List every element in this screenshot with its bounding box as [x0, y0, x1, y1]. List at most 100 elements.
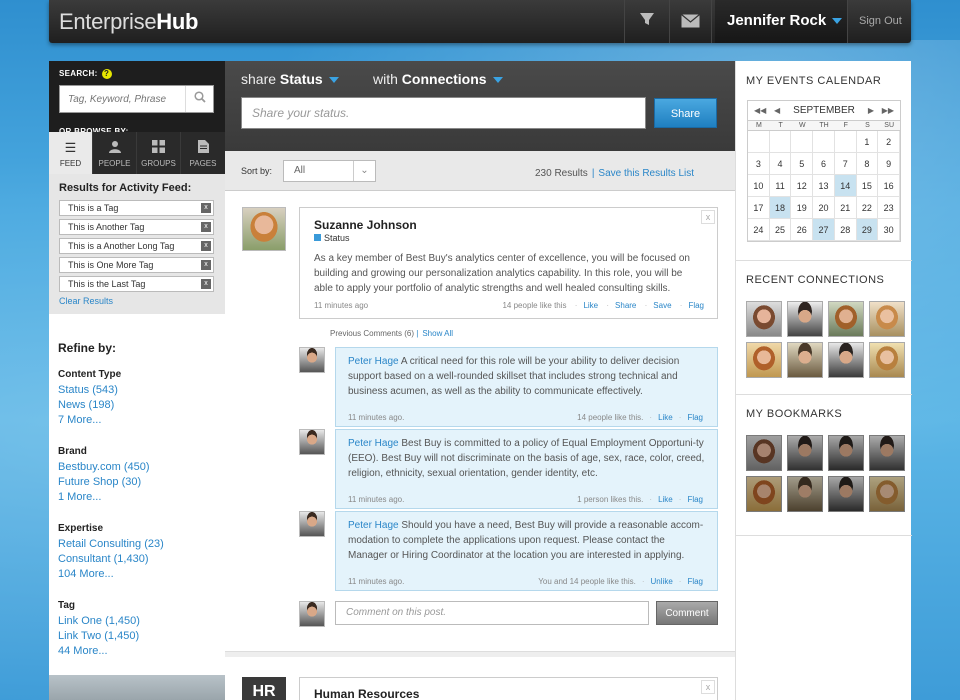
- avatar[interactable]: [828, 435, 864, 471]
- calendar-day[interactable]: 19: [791, 197, 814, 219]
- calendar-day[interactable]: 13: [813, 175, 835, 197]
- like-link[interactable]: Like: [658, 413, 673, 422]
- help-icon[interactable]: ?: [101, 69, 112, 79]
- app-logo[interactable]: EnterpriseHub: [59, 9, 198, 35]
- tab-people[interactable]: PEOPLE: [93, 132, 137, 174]
- calendar-day[interactable]: 3: [748, 153, 770, 175]
- comment-author[interactable]: Peter Hage: [348, 520, 399, 531]
- calendar-day[interactable]: 23: [878, 197, 900, 219]
- save-results-link[interactable]: Save this Results List: [598, 168, 694, 179]
- like-link[interactable]: Like: [658, 495, 673, 504]
- calendar-day[interactable]: 9: [878, 153, 900, 175]
- calendar-day[interactable]: 2: [878, 131, 900, 153]
- flag-link[interactable]: Flag: [687, 495, 703, 504]
- tab-groups[interactable]: GROUPS: [137, 132, 181, 174]
- close-icon[interactable]: x: [201, 222, 211, 232]
- avatar[interactable]: [746, 342, 782, 378]
- tab-pages[interactable]: PAGES: [181, 132, 225, 174]
- calendar-day[interactable]: 10: [748, 175, 770, 197]
- avatar[interactable]: [787, 301, 823, 337]
- avatar[interactable]: [299, 429, 325, 455]
- flag-link[interactable]: Flag: [687, 413, 703, 422]
- calendar-day[interactable]: 26: [791, 219, 814, 241]
- avatar[interactable]: HR: [242, 677, 286, 700]
- calendar-day[interactable]: 24: [748, 219, 770, 241]
- avatar[interactable]: [869, 435, 905, 471]
- avatar[interactable]: [746, 301, 782, 337]
- calendar-day[interactable]: 27: [813, 219, 835, 241]
- avatar[interactable]: [746, 476, 782, 512]
- show-all-link[interactable]: Show All: [422, 329, 453, 338]
- comment-author[interactable]: Peter Hage: [348, 438, 399, 449]
- calendar-day[interactable]: 12: [791, 175, 814, 197]
- refine-link[interactable]: Future Shop (30): [58, 475, 164, 490]
- avatar[interactable]: [869, 342, 905, 378]
- calendar-day[interactable]: 29: [856, 219, 879, 241]
- calendar-day[interactable]: 22: [856, 197, 879, 219]
- calendar-day[interactable]: 15: [856, 175, 879, 197]
- sort-select[interactable]: All ⌄: [283, 160, 376, 182]
- calendar-day[interactable]: 14: [834, 175, 857, 197]
- calendar-day[interactable]: 17: [748, 197, 770, 219]
- refine-more-link[interactable]: 104 More...: [58, 567, 164, 582]
- filter-icon[interactable]: [639, 11, 655, 32]
- close-icon[interactable]: x: [701, 680, 715, 694]
- calendar-day[interactable]: 21: [834, 197, 857, 219]
- like-link[interactable]: Like: [583, 301, 598, 310]
- calendar-day[interactable]: 1: [856, 131, 879, 153]
- refine-link[interactable]: Link Two (1,450): [58, 629, 164, 644]
- avatar[interactable]: [787, 342, 823, 378]
- avatar[interactable]: [299, 511, 325, 537]
- close-icon[interactable]: x: [201, 203, 211, 213]
- share-audience-dropdown[interactable]: with Connections: [373, 71, 503, 87]
- avatar[interactable]: [869, 476, 905, 512]
- search-input[interactable]: [60, 86, 185, 112]
- calendar-day[interactable]: 28: [834, 219, 857, 241]
- status-input[interactable]: Share your status.: [241, 97, 646, 129]
- flag-link[interactable]: Flag: [687, 577, 703, 586]
- refine-more-link[interactable]: 7 More...: [58, 413, 164, 428]
- avatar[interactable]: [869, 301, 905, 337]
- refine-link[interactable]: Consultant (1,430): [58, 552, 164, 567]
- calendar-day[interactable]: 25: [769, 219, 792, 241]
- comment-author[interactable]: Peter Hage: [348, 356, 399, 367]
- avatar[interactable]: [746, 435, 782, 471]
- close-icon[interactable]: x: [201, 279, 211, 289]
- clear-results-link[interactable]: Clear Results: [59, 296, 215, 306]
- refine-more-link[interactable]: 1 More...: [58, 490, 164, 505]
- calendar-day[interactable]: 30: [878, 219, 900, 241]
- calendar-day[interactable]: 6: [813, 153, 835, 175]
- refine-link[interactable]: Status (543): [58, 383, 164, 398]
- post-author[interactable]: Human Resources: [314, 687, 419, 700]
- user-menu[interactable]: Jennifer Rock: [715, 0, 847, 43]
- close-icon[interactable]: x: [201, 241, 211, 251]
- sign-out-link[interactable]: Sign Out: [859, 15, 902, 27]
- refine-link[interactable]: News (198): [58, 398, 164, 413]
- search-icon[interactable]: [185, 86, 213, 112]
- avatar[interactable]: [787, 476, 823, 512]
- calendar-day[interactable]: 8: [856, 153, 879, 175]
- prev-month-icon[interactable]: ◀: [774, 101, 780, 121]
- avatar[interactable]: [828, 476, 864, 512]
- last-page-icon[interactable]: ▶▶: [882, 101, 894, 121]
- avatar[interactable]: [828, 301, 864, 337]
- share-button[interactable]: Share: [654, 98, 717, 128]
- comment-input[interactable]: Comment on this post.: [335, 601, 649, 625]
- close-icon[interactable]: x: [201, 260, 211, 270]
- mail-icon[interactable]: [681, 13, 700, 33]
- refine-link[interactable]: Bestbuy.com (450): [58, 460, 164, 475]
- calendar-day[interactable]: 5: [791, 153, 814, 175]
- comment-button[interactable]: Comment: [656, 601, 718, 625]
- close-icon[interactable]: x: [701, 210, 715, 224]
- avatar[interactable]: [299, 347, 325, 373]
- avatar[interactable]: [828, 342, 864, 378]
- post-author[interactable]: Suzanne Johnson: [314, 218, 703, 232]
- avatar[interactable]: [787, 435, 823, 471]
- tab-feed[interactable]: ☰ FEED: [49, 132, 93, 174]
- avatar[interactable]: [242, 207, 286, 251]
- calendar-day[interactable]: 18: [769, 197, 792, 219]
- refine-link[interactable]: Link One (1,450): [58, 614, 164, 629]
- next-month-icon[interactable]: ▶: [868, 101, 874, 121]
- calendar-day[interactable]: 7: [834, 153, 857, 175]
- flag-link[interactable]: Flag: [688, 301, 704, 310]
